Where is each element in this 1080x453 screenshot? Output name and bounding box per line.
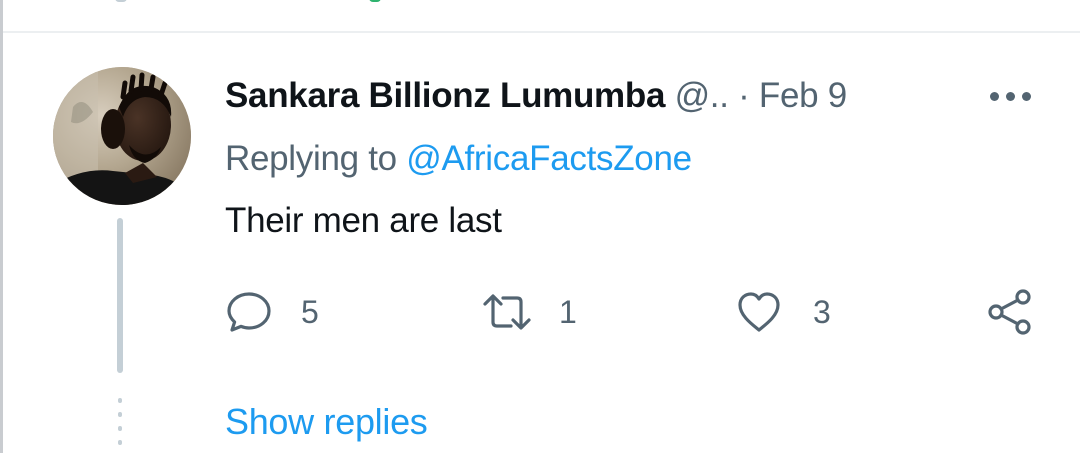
header-separator: · [738, 76, 750, 115]
speech-bubble-icon [227, 292, 271, 332]
tweet-date[interactable]: Feb 9 [759, 76, 847, 115]
like-count: 3 [813, 293, 831, 330]
retweet-count: 1 [559, 293, 577, 330]
author-name[interactable]: Sankara Billionz Lumumba [225, 76, 665, 115]
author-handle[interactable]: @.. [675, 76, 729, 115]
retweet-button[interactable]: 1 [481, 288, 577, 336]
reply-count: 5 [301, 293, 319, 330]
thread-line [117, 218, 123, 373]
avatar[interactable] [53, 67, 191, 205]
thread-dots [118, 398, 122, 446]
tweet-divider [3, 31, 1080, 33]
tweet-text: Their men are last [225, 201, 502, 240]
replying-to-mention[interactable]: @AfricaFactsZone [406, 139, 692, 178]
previous-tweet-action-icons-clipped [63, 0, 393, 6]
tweet-header: Sankara Billionz Lumumba @.. · Feb 9 [225, 74, 847, 118]
tweet-card[interactable]: Sankara Billionz Lumumba @.. · Feb 9 Rep… [0, 0, 1080, 453]
replying-prefix: Replying to [225, 139, 407, 178]
like-button[interactable]: 3 [735, 288, 831, 336]
replying-to-line: Replying to @AfricaFactsZone [225, 137, 692, 181]
share-nodes-icon [988, 289, 1031, 335]
heart-icon [738, 292, 780, 332]
more-options-icon[interactable] [988, 90, 1034, 104]
show-replies-link[interactable]: Show replies [225, 400, 428, 444]
share-button[interactable] [987, 288, 1033, 336]
avatar-photo [53, 67, 191, 205]
reply-button[interactable]: 5 [225, 288, 319, 336]
retweet-arrows-icon [483, 294, 531, 330]
